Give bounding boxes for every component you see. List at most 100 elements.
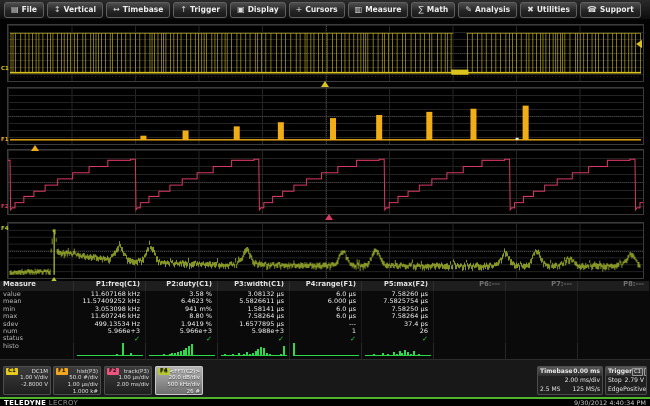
- menu-analysis-button[interactable]: ✎Analysis: [458, 2, 517, 18]
- descriptor-line: 500 kHz/div: [158, 382, 200, 389]
- brand-teledyne: TELEDYNE: [4, 399, 46, 406]
- status-ok-icon: [577, 335, 649, 343]
- measure-column-header[interactable]: P3:width(C1): [217, 281, 289, 291]
- cursors-icon: +: [296, 6, 303, 14]
- measure-cell: 7.58264 µs: [217, 313, 289, 320]
- trigger-label: Trigger: [608, 368, 632, 375]
- measure-cell: 7.5825754 µs: [361, 298, 433, 305]
- descriptor-source: <FFT(C2)>: [170, 369, 200, 375]
- descriptor-f4[interactable]: F4<FFT(C2)>20.0 dB/div500 kHz/div26 #: [155, 366, 203, 395]
- measure-cell: 11.607246 kHz: [73, 313, 145, 320]
- f2-position-marker-icon[interactable]: [325, 214, 333, 220]
- support-icon: ☎: [587, 6, 597, 14]
- measure-column-header[interactable]: P1:freq(C1): [73, 281, 145, 291]
- f2-track-waveform: [8, 150, 643, 214]
- trigger-coupling-badge: DC: [644, 368, 647, 376]
- menu-measure-button[interactable]: ▥Measure: [348, 2, 409, 18]
- trigger-kind: Edge: [608, 385, 623, 394]
- status-ok-icon: [505, 335, 577, 343]
- menu-bar: ▤File↕Vertical↔Timebase↑Trigger▣Display+…: [0, 0, 650, 19]
- measure-column-header[interactable]: P4:range(F1): [289, 281, 361, 291]
- measure-cell: 5.5826611 µs: [217, 298, 289, 305]
- menu-label: Utilities: [537, 5, 570, 14]
- descriptor-line: 1.000 k#: [56, 389, 98, 396]
- measure-cell: [577, 291, 649, 298]
- measure-cell: 7.58260 µs: [361, 291, 433, 298]
- measure-column-header[interactable]: P6:---: [433, 281, 505, 291]
- measure-row-label: sdev: [0, 321, 73, 328]
- vertical-arrows-icon: ↕: [54, 6, 61, 14]
- brand-lecroy: LECROY: [49, 399, 78, 406]
- descriptor-f1[interactable]: F1hist(P3)50.0 #/div1.00 µs/div1.000 k#: [53, 366, 101, 395]
- menu-label: Display: [248, 5, 279, 14]
- histogram-sparkline: [289, 343, 361, 359]
- measure-cell: 5.988e+3: [217, 328, 289, 335]
- histogram-sparkline: [73, 343, 145, 359]
- descriptor-bar: C1DC1M1.00 V/div-2.8000 VF1hist(P3)50.0 …: [0, 359, 650, 398]
- status-footer: TELEDYNE LECROY 9/30/2012 4:40:34 PM: [0, 397, 650, 406]
- trigger-mode: Stop: [608, 376, 622, 385]
- measure-cell: 6.0 µs: [289, 291, 361, 298]
- measure-cell: [577, 298, 649, 305]
- trigger-panel[interactable]: Trigger C1 DC Stop 2.79 V Edge Positive: [605, 366, 647, 395]
- measure-cell: 941 m%: [145, 306, 217, 313]
- trigger-source-badge: C1: [632, 368, 643, 376]
- menu-trigger-button[interactable]: ↑Trigger: [173, 2, 227, 18]
- menu-utilities-button[interactable]: ✖Utilities: [520, 2, 577, 18]
- measure-column-header[interactable]: P8:---: [577, 281, 649, 291]
- descriptor-f2[interactable]: F2track(P3)1.00 µs/div2.00 ms/div: [104, 366, 152, 395]
- status-ok-icon: ✓: [145, 335, 217, 343]
- measure-cell: 8.80 %: [145, 313, 217, 320]
- histogram-sparkline: [577, 343, 649, 359]
- brand-logo: TELEDYNE LECROY: [4, 399, 78, 406]
- menu-support-button[interactable]: ☎Support: [580, 2, 641, 18]
- measure-cell: 11.607168 kHz: [73, 291, 145, 298]
- descriptor-line: 50.0 #/div: [56, 375, 98, 382]
- status-ok-icon: ✓: [361, 335, 433, 343]
- measure-cell: 7.58250 µs: [361, 306, 433, 313]
- menu-display-button[interactable]: ▣Display: [230, 2, 285, 18]
- measure-cell: 3.053098 kHz: [73, 306, 145, 313]
- menu-label: Trigger: [190, 5, 220, 14]
- menu-label: Measure: [365, 5, 401, 14]
- measure-cell: [505, 306, 577, 313]
- datetime-display: 9/30/2012 4:40:34 PM: [574, 399, 646, 406]
- measure-cell: 5.966e+3: [73, 328, 145, 335]
- f1-histogram-waveform: [8, 88, 643, 144]
- measure-cell: 6.4623 %: [145, 298, 217, 305]
- c1-waveform: [8, 25, 643, 81]
- measure-cell: ---: [289, 321, 361, 328]
- descriptor-line: 1.00 µs/div: [107, 375, 149, 382]
- trigger-time-marker-icon[interactable]: [321, 81, 329, 87]
- measure-cell: [505, 321, 577, 328]
- measure-cell: 3.08132 µs: [217, 291, 289, 298]
- status-ok-icon: ✓: [289, 335, 361, 343]
- measure-cell: [577, 306, 649, 313]
- timebase-samples: 2.5 MS: [540, 385, 560, 394]
- analysis-icon: ✎: [465, 6, 472, 14]
- measure-cell: [505, 328, 577, 335]
- status-ok-icon: ✓: [73, 335, 145, 343]
- measure-cell: 11.57409252 kHz: [73, 298, 145, 305]
- menu-label: Analysis: [475, 5, 510, 14]
- descriptor-source: hist(P3): [77, 369, 98, 375]
- menu-label: File: [22, 5, 37, 14]
- histogram-sparkline: [217, 343, 289, 359]
- menu-vertical-button[interactable]: ↕Vertical: [47, 2, 103, 18]
- measure-cell: 1: [289, 328, 361, 335]
- grid-f2: [7, 149, 644, 215]
- menu-cursors-button[interactable]: +Cursors: [289, 2, 345, 18]
- measure-column-header[interactable]: P2:duty(C1): [145, 281, 217, 291]
- measure-column-header[interactable]: P7:---: [505, 281, 577, 291]
- descriptor-c1[interactable]: C1DC1M1.00 V/div-2.8000 V: [3, 366, 51, 395]
- timebase-panel[interactable]: Timebase 0.00 ms 2.00 ms/div 2.5 MS 125 …: [537, 366, 603, 395]
- histogram-sparkline: [505, 343, 577, 359]
- trigger-level: 2.79 V: [625, 376, 644, 385]
- oscilloscope-app: ▤File↕Vertical↔Timebase↑Trigger▣Display+…: [0, 0, 650, 406]
- menu-timebase-button[interactable]: ↔Timebase: [106, 2, 170, 18]
- measure-column-header[interactable]: P5:max(F2): [361, 281, 433, 291]
- menu-file-button[interactable]: ▤File: [4, 2, 44, 18]
- menu-math-button[interactable]: ∑Math: [411, 2, 455, 18]
- measure-cell: 37.4 ps: [361, 321, 433, 328]
- math-icon: ∑: [418, 6, 423, 14]
